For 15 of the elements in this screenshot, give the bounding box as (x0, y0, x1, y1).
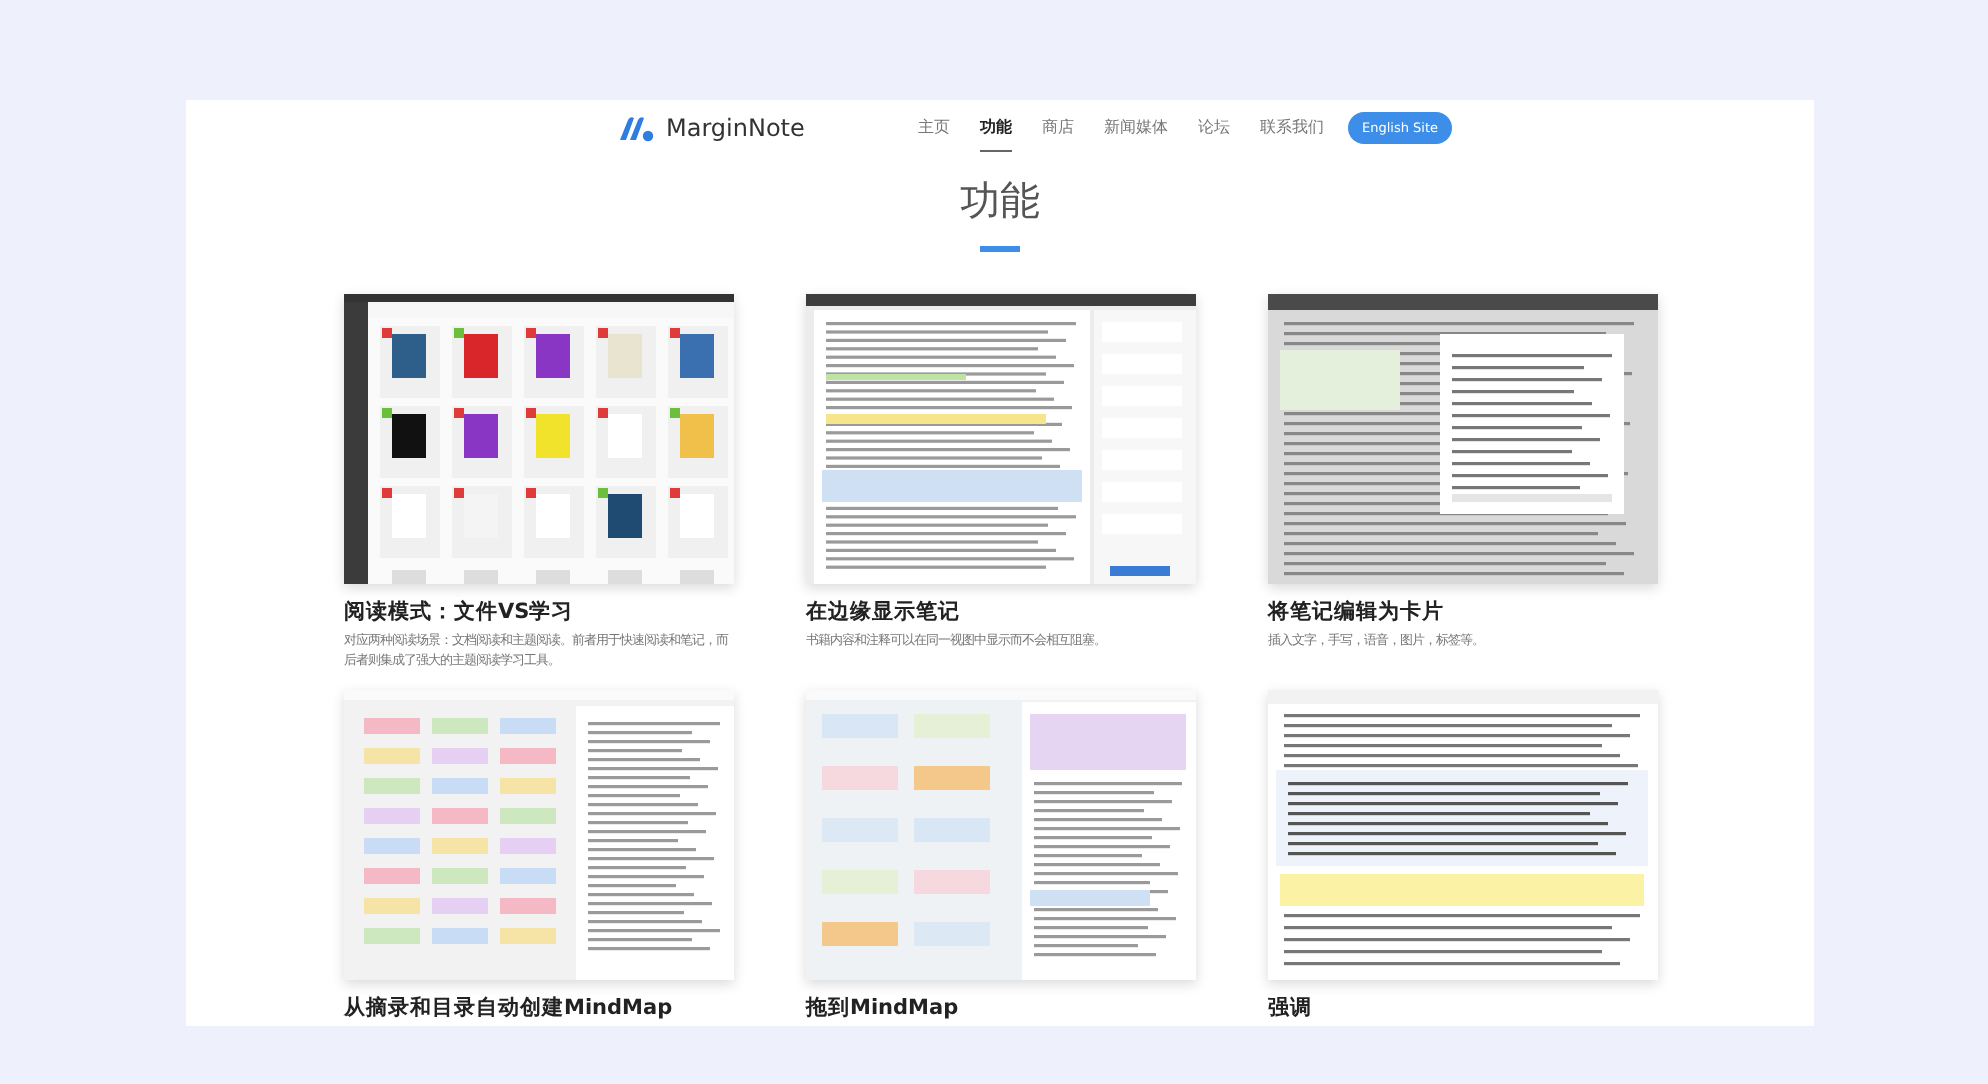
nav-link[interactable]: 论坛 (1198, 102, 1230, 152)
page-heading: 功能 (958, 176, 1042, 224)
logo-icon (618, 113, 658, 141)
nav-link[interactable]: 联系我们 (1260, 102, 1324, 152)
brand-name[interactable]: MarginNote (666, 113, 805, 141)
feature-title: 拖到MindMap (806, 994, 961, 1022)
nav-link[interactable]: 功能 (980, 102, 1012, 152)
feature-title: 强调 (1268, 994, 1314, 1022)
nav-link[interactable]: 商店 (1042, 102, 1074, 152)
feature-title: 从摘录和目录自动创建MindMap (344, 994, 675, 1022)
feature-title: 阅读模式：文件VS学习 (344, 598, 576, 626)
nav-link[interactable]: 新闻媒体 (1104, 102, 1168, 152)
feature-title: 在边缘显示笔记 (806, 598, 962, 626)
feature-title: 将笔记编辑为卡片 (1268, 598, 1446, 626)
nav-link[interactable]: 主页 (918, 102, 950, 152)
